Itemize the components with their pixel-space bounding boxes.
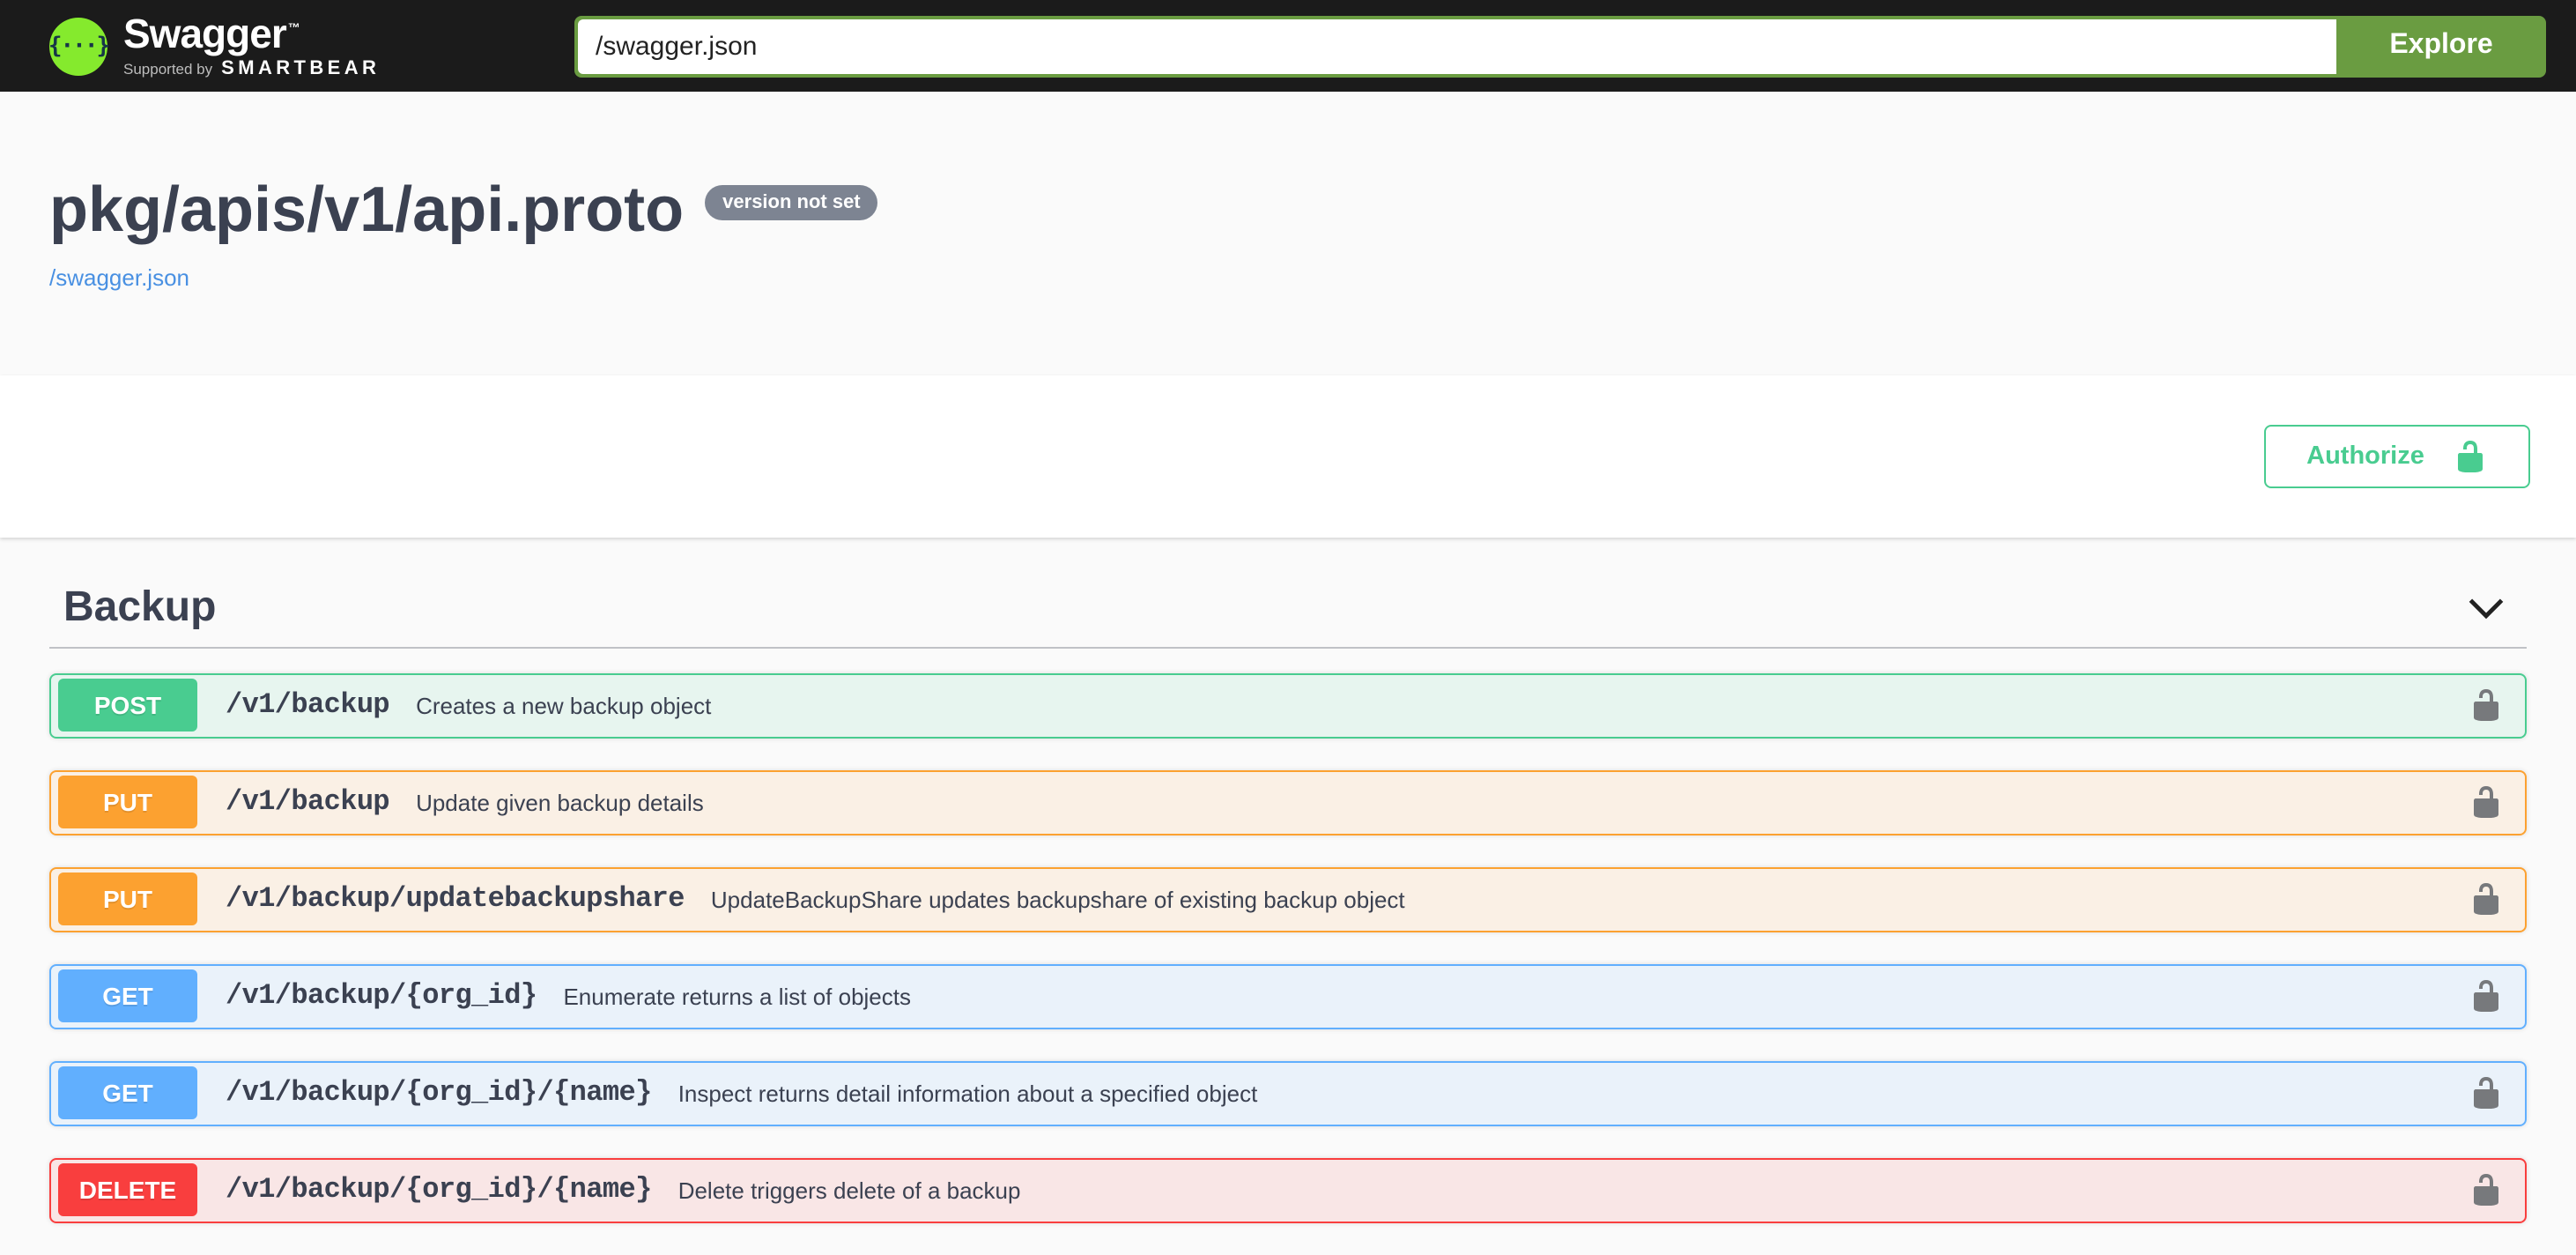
operation-path: /v1/backup	[226, 689, 390, 722]
explore-button[interactable]: Explore	[2336, 15, 2546, 77]
operation-path: /v1/backup	[226, 786, 390, 819]
operation-auth-button[interactable]	[2469, 882, 2504, 917]
operation-description: Inspect returns detail information about…	[677, 1080, 1258, 1107]
method-badge: GET	[58, 969, 197, 1023]
operation-description: Delete triggers delete of a backup	[677, 1177, 1021, 1204]
unlocked-padlock-icon	[2474, 980, 2498, 1013]
operation-auth-button[interactable]	[2469, 785, 2504, 821]
operations-list: POST /v1/backup Creates a new backup obj…	[49, 672, 2527, 1223]
unlocked-padlock-icon	[2474, 1077, 2498, 1110]
version-badge: version not set	[705, 185, 878, 220]
operation-description: Update given backup details	[416, 789, 704, 816]
swagger-logo[interactable]: {···} Swagger ™ Supported by SMARTBEAR	[48, 10, 574, 78]
unlocked-padlock-icon	[2474, 883, 2498, 916]
spec-url-form: Explore	[574, 15, 2546, 77]
swagger-ui-page: {···} Swagger™ Supported by SMARTBEAR Ex…	[0, 0, 2576, 1255]
operation-row[interactable]: GET /v1/backup/{org_id} Enumerate return…	[49, 963, 2527, 1029]
method-badge: POST	[58, 679, 197, 732]
operation-row[interactable]: POST /v1/backup Creates a new backup obj…	[49, 672, 2527, 739]
operation-auth-button[interactable]	[2469, 1173, 2504, 1208]
spec-link[interactable]: /swagger.json	[49, 264, 189, 291]
logo-texts: Swagger ™ Supported by SMARTBEAR	[123, 10, 381, 78]
sponsor-line: Supported by SMARTBEAR	[123, 57, 381, 78]
operation-path: /v1/backup/{org_id}/{name}	[226, 1174, 652, 1207]
tag-title: Backup	[63, 583, 217, 631]
brand-name: Swagger ™	[123, 10, 300, 56]
trademark-symbol: ™	[287, 22, 300, 35]
unlocked-padlock-icon	[2474, 1174, 2498, 1207]
topbar: {···} Swagger™ Supported by SMARTBEAR Ex…	[0, 0, 2576, 92]
method-badge: DELETE	[58, 1163, 197, 1217]
tag-header-backup[interactable]: Backup	[49, 583, 2527, 649]
operation-description: UpdateBackupShare updates backupshare of…	[710, 886, 1405, 913]
section-collapse-button[interactable]	[2460, 592, 2513, 624]
unlocked-padlock-icon	[2474, 786, 2498, 819]
supported-by-label: Supported by	[123, 59, 213, 77]
braces-icon: {···}	[48, 33, 110, 59]
unlocked-padlock-icon	[2474, 689, 2498, 722]
smartbear-wordmark: SMARTBEAR	[221, 57, 381, 78]
operation-description: Creates a new backup object	[416, 692, 712, 719]
operation-row[interactable]: GET /v1/backup/{org_id}/{name} Inspect r…	[49, 1060, 2527, 1126]
method-badge: GET	[58, 1066, 197, 1120]
spec-url-input[interactable]	[578, 19, 2336, 73]
operation-auth-button[interactable]	[2469, 979, 2504, 1014]
operation-auth-button[interactable]	[2469, 1076, 2504, 1111]
operation-path: /v1/backup/{org_id}/{name}	[226, 1077, 652, 1110]
chevron-down-icon	[2469, 598, 2504, 619]
operation-row[interactable]: DELETE /v1/backup/{org_id}/{name} Delete…	[49, 1157, 2527, 1223]
operation-path: /v1/backup/updatebackupshare	[226, 883, 685, 916]
operation-description: Enumerate returns a list of objects	[563, 983, 911, 1010]
operation-path: /v1/backup/{org_id}	[226, 980, 537, 1013]
authorize-label: Authorize	[2306, 442, 2424, 471]
scheme-container: Authorize	[0, 375, 2576, 538]
title-row: pkg/apis/v1/api.proto version not set	[49, 173, 2527, 245]
operation-row[interactable]: PUT /v1/backup Update given backup detai…	[49, 769, 2527, 835]
unlock-icon	[2457, 440, 2483, 472]
info-section: pkg/apis/v1/api.proto version not set /s…	[0, 92, 2576, 375]
authorize-button[interactable]: Authorize	[2264, 424, 2530, 488]
operation-row[interactable]: PUT /v1/backup/updatebackupshare UpdateB…	[49, 866, 2527, 932]
operation-auth-button[interactable]	[2469, 688, 2504, 724]
method-badge: PUT	[58, 873, 197, 926]
page-title: pkg/apis/v1/api.proto	[49, 173, 685, 245]
swagger-logo-icon: {···}	[48, 17, 110, 75]
method-badge: PUT	[58, 776, 197, 829]
